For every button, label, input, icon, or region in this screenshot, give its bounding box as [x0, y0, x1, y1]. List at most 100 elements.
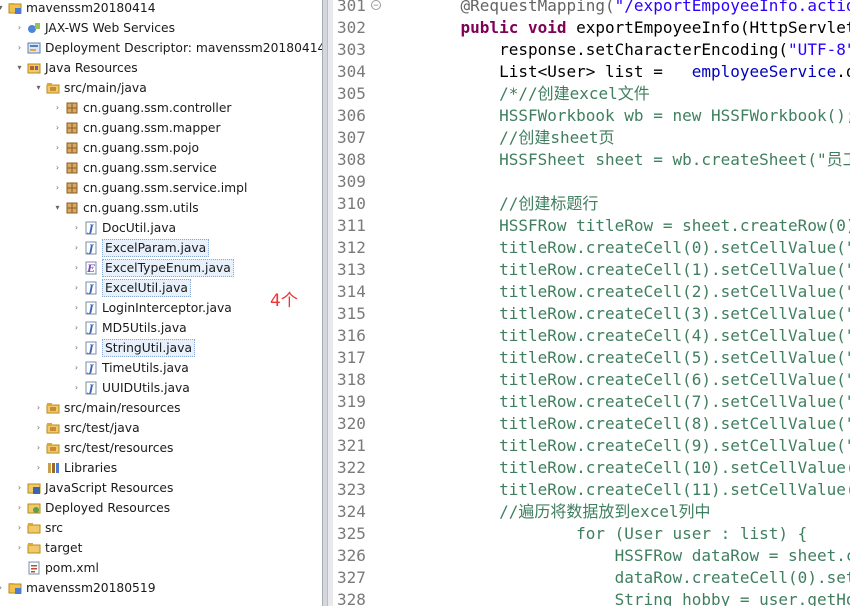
code-line[interactable]: 306 HSSFWorkbook wb = new HSSFWorkbook()… [333, 105, 850, 127]
collapse-arrow-icon[interactable]: ▾ [15, 58, 24, 78]
expand-arrow-icon[interactable]: › [34, 398, 43, 418]
tree-item[interactable]: › cn.guang.ssm.service [0, 158, 322, 178]
expand-arrow-icon[interactable]: › [15, 518, 24, 538]
tree-item[interactable]: › J MD5Utils.java [0, 318, 322, 338]
code-token: titleRow.createCell(1).setCellValue("爱 [422, 260, 850, 279]
tree-item[interactable]: › src/test/java [0, 418, 322, 438]
expand-arrow-icon[interactable]: › [72, 218, 81, 238]
expand-arrow-icon[interactable]: › [72, 238, 81, 258]
tree-item[interactable]: ▾ src/main/java [0, 78, 322, 98]
expand-arrow-icon[interactable]: › [53, 118, 62, 138]
code-line[interactable]: 312 titleRow.createCell(0).setCellValue(… [333, 237, 850, 259]
expand-arrow-icon[interactable]: › [72, 338, 81, 358]
code-line[interactable]: 320 titleRow.createCell(8).setCellValue(… [333, 413, 850, 435]
code-line[interactable]: 313 titleRow.createCell(1).setCellValue(… [333, 259, 850, 281]
tree-item-label: Deployment Descriptor: mavenssm20180414 [45, 41, 322, 55]
tree-item[interactable]: › src [0, 518, 322, 538]
expand-arrow-icon[interactable]: › [15, 498, 24, 518]
collapse-arrow-icon[interactable]: ▾ [0, 0, 5, 18]
code-line[interactable]: 301− @RequestMapping("/exportEmpoyeeInfo… [333, 0, 850, 17]
tree-item[interactable]: › cn.guang.ssm.service.impl [0, 178, 322, 198]
code-token: titleRow.createCell(5).setCellValue("户 [422, 348, 850, 367]
code-text: //遍历将数据放到excel列中 [422, 501, 710, 523]
expand-arrow-icon[interactable]: › [15, 478, 24, 498]
code-line[interactable]: 309 [333, 171, 850, 193]
tree-item[interactable]: › E ExcelTypeEnum.java [0, 258, 322, 278]
tree-item[interactable]: › cn.guang.ssm.mapper [0, 118, 322, 138]
tree-item[interactable]: pom.xml [0, 558, 322, 578]
tree-item[interactable]: › Libraries [0, 458, 322, 478]
code-token: /*//创建excel文件 [422, 84, 650, 103]
expand-arrow-icon[interactable]: › [53, 138, 62, 158]
tree-item[interactable]: › J UUIDUtils.java [0, 378, 322, 398]
expand-arrow-icon[interactable]: › [72, 378, 81, 398]
expand-arrow-icon[interactable]: › [53, 98, 62, 118]
tree-item[interactable]: › J StringUtil.java [0, 338, 322, 358]
code-line[interactable]: 302 public void exportEmpoyeeInfo(HttpSe… [333, 17, 850, 39]
code-line[interactable]: 310 //创建标题行 [333, 193, 850, 215]
line-number: 307 [337, 128, 366, 147]
code-line[interactable]: 304 List<User> list = employeeService.qu… [333, 61, 850, 83]
code-line[interactable]: 322 titleRow.createCell(10).setCellValue… [333, 457, 850, 479]
tree-item[interactable]: ▾ cn.guang.ssm.utils [0, 198, 322, 218]
code-line[interactable]: 303 response.setCharacterEncoding("UTF-8… [333, 39, 850, 61]
java-resources-icon [27, 61, 41, 75]
expand-arrow-icon[interactable]: › [53, 178, 62, 198]
code-line[interactable]: 328 String hobby = user.getHobb [333, 589, 850, 606]
expand-arrow-icon[interactable]: › [15, 18, 24, 38]
tree-item[interactable]: ▾ Java Resources [0, 58, 322, 78]
code-line[interactable]: 319 titleRow.createCell(7).setCellValue(… [333, 391, 850, 413]
code-line[interactable]: 307 //创建sheet页 [333, 127, 850, 149]
code-line[interactable]: 325 for (User user : list) { [333, 523, 850, 545]
expand-arrow-icon[interactable]: › [34, 458, 43, 478]
tree-item[interactable]: › target [0, 538, 322, 558]
code-token: exportEmpoyeeInfo(HttpServletRe [566, 18, 850, 37]
java-file-icon: J [84, 321, 98, 335]
expand-arrow-icon[interactable]: › [34, 418, 43, 438]
tree-item[interactable]: › Deployment Descriptor: mavenssm20180414 [0, 38, 322, 58]
tree-item-label: src [45, 521, 63, 535]
tree-item[interactable]: › JAX-WS Web Services [0, 18, 322, 38]
expand-arrow-icon[interactable]: › [72, 278, 81, 298]
code-line[interactable]: 327 dataRow.createCell(0).setCe [333, 567, 850, 589]
tree-item[interactable]: ▾ mavenssm20180414 [0, 0, 322, 18]
expand-arrow-icon[interactable]: › [72, 258, 81, 278]
tree-item[interactable]: › mavenssm20180519 [0, 578, 322, 598]
tree-item[interactable]: › src/main/resources [0, 398, 322, 418]
code-line[interactable]: 311 HSSFRow titleRow = sheet.createRow(0… [333, 215, 850, 237]
tree-item[interactable]: › Deployed Resources [0, 498, 322, 518]
expand-arrow-icon[interactable]: › [0, 578, 5, 598]
code-line[interactable]: 318 titleRow.createCell(6).setCellValue(… [333, 369, 850, 391]
java-code-editor[interactable]: 301− @RequestMapping("/exportEmpoyeeInfo… [333, 0, 850, 606]
collapse-arrow-icon[interactable]: ▾ [53, 198, 62, 218]
tree-item[interactable]: › JavaScript Resources [0, 478, 322, 498]
code-token: titleRow.createCell(7).setCellValue("所 [422, 392, 850, 411]
expand-arrow-icon[interactable]: › [34, 438, 43, 458]
code-line[interactable]: 323 titleRow.createCell(11).setCellValue… [333, 479, 850, 501]
code-text: titleRow.createCell(8).setCellValue("职 [422, 413, 850, 435]
code-line[interactable]: 326 HSSFRow dataRow = sheet.cre [333, 545, 850, 567]
code-line[interactable]: 324 //遍历将数据放到excel列中 [333, 501, 850, 523]
expand-arrow-icon[interactable]: › [53, 158, 62, 178]
tree-item[interactable]: › J ExcelParam.java [0, 238, 322, 258]
tree-item[interactable]: › cn.guang.ssm.pojo [0, 138, 322, 158]
tree-item[interactable]: › J DocUtil.java [0, 218, 322, 238]
tree-item[interactable]: › cn.guang.ssm.controller [0, 98, 322, 118]
code-line[interactable]: 316 titleRow.createCell(4).setCellValue(… [333, 325, 850, 347]
code-line[interactable]: 321 titleRow.createCell(9).setCellValue(… [333, 435, 850, 457]
fold-toggle-icon[interactable]: − [371, 0, 381, 11]
code-line[interactable]: 308 HSSFSheet sheet = wb.createSheet("员工… [333, 149, 850, 171]
collapse-arrow-icon[interactable]: ▾ [34, 78, 43, 98]
code-line[interactable]: 314 titleRow.createCell(2).setCellValue(… [333, 281, 850, 303]
expand-arrow-icon[interactable]: › [15, 38, 24, 58]
tree-item[interactable]: › J TimeUtils.java [0, 358, 322, 378]
expand-arrow-icon[interactable]: › [72, 318, 81, 338]
java-file-icon: J [84, 241, 98, 255]
code-line[interactable]: 315 titleRow.createCell(3).setCellValue(… [333, 303, 850, 325]
expand-arrow-icon[interactable]: › [72, 358, 81, 378]
expand-arrow-icon[interactable]: › [15, 538, 24, 558]
tree-item[interactable]: › src/test/resources [0, 438, 322, 458]
code-line[interactable]: 305 /*//创建excel文件 [333, 83, 850, 105]
expand-arrow-icon[interactable]: › [72, 298, 81, 318]
code-line[interactable]: 317 titleRow.createCell(5).setCellValue(… [333, 347, 850, 369]
